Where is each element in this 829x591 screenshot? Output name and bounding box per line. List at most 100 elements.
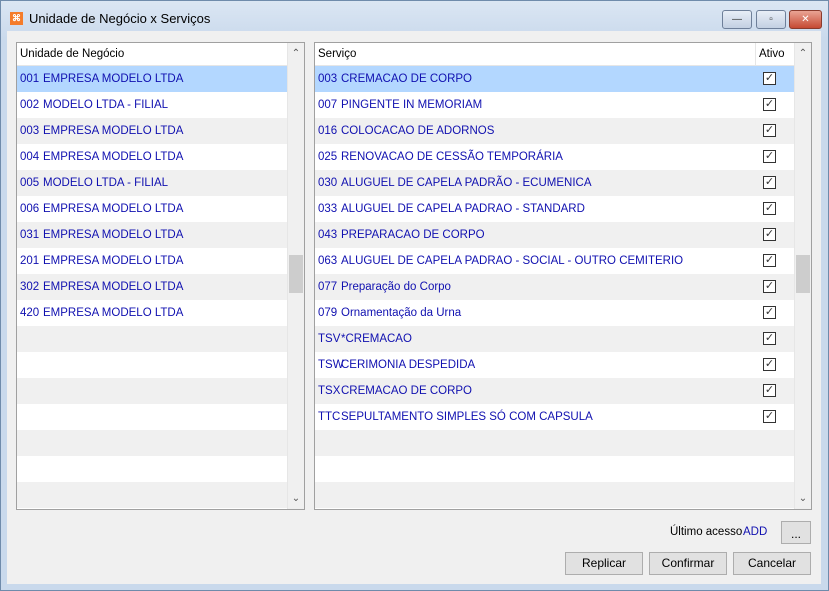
row-name: Preparação do Corpo	[341, 281, 451, 293]
close-button[interactable]: ✕	[789, 10, 822, 29]
ellipsis-button[interactable]: ...	[781, 521, 811, 544]
active-checkbox[interactable]: ✓	[763, 332, 776, 345]
active-checkbox[interactable]: ✓	[763, 124, 776, 137]
column-header-servico[interactable]: Serviço	[315, 43, 755, 66]
empty-row	[17, 456, 288, 482]
row-code: TSW	[318, 359, 344, 371]
right-scrollbar[interactable]: ⌃ ⌄	[794, 43, 811, 509]
table-row[interactable]: 004 EMPRESA MODELO LTDA	[17, 144, 288, 170]
table-row[interactable]: 001 EMPRESA MODELO LTDA	[17, 66, 288, 92]
row-code: 033	[318, 203, 338, 215]
table-row[interactable]: TSWCERIMONIA DESPEDIDA ✓	[315, 352, 795, 378]
table-row[interactable]: 043 PREPARACAO DE CORPO ✓	[315, 222, 795, 248]
active-checkbox[interactable]: ✓	[763, 254, 776, 267]
table-row[interactable]: 079 Ornamentação da Urna ✓	[315, 300, 795, 326]
row-code: 025	[318, 151, 338, 163]
scroll-down-icon[interactable]: ⌄	[288, 490, 304, 507]
row-code: 004	[20, 151, 40, 163]
row-name: EMPRESA MODELO LTDA	[43, 229, 184, 241]
row-code: 007	[318, 99, 338, 111]
active-checkbox[interactable]: ✓	[763, 150, 776, 163]
table-row[interactable]: 002 MODELO LTDA - FILIAL	[17, 92, 288, 118]
scroll-up-icon[interactable]: ⌃	[288, 45, 304, 62]
table-row[interactable]: 006 EMPRESA MODELO LTDA	[17, 196, 288, 222]
empty-row	[17, 482, 288, 508]
row-name: EMPRESA MODELO LTDA	[43, 73, 184, 85]
row-name: ALUGUEL DE CAPELA PADRAO - STANDARD	[341, 203, 585, 215]
empty-row	[17, 378, 288, 404]
table-row[interactable]: 030 ALUGUEL DE CAPELA PADRÃO - ECUMENICA ✓	[315, 170, 795, 196]
confirmar-button[interactable]: Confirmar	[649, 552, 727, 575]
table-row[interactable]: 420 EMPRESA MODELO LTDA	[17, 300, 288, 326]
last-access-value: ADD	[743, 526, 768, 538]
cancelar-button[interactable]: Cancelar	[733, 552, 811, 575]
active-checkbox[interactable]: ✓	[763, 358, 776, 371]
row-name: ALUGUEL DE CAPELA PADRAO - SOCIAL - OUTR…	[341, 255, 684, 267]
row-name: CREMACAO DE CORPO	[341, 73, 472, 85]
left-scrollbar[interactable]: ⌃ ⌄	[287, 43, 304, 509]
row-code: 003	[318, 73, 338, 85]
row-name: CERIMONIA DESPEDIDA	[341, 359, 476, 371]
active-checkbox[interactable]: ✓	[763, 280, 776, 293]
row-code: 002	[20, 99, 40, 111]
row-code: 201	[20, 255, 40, 267]
active-checkbox[interactable]: ✓	[763, 98, 776, 111]
table-row[interactable]: 016 COLOCACAO DE ADORNOS ✓	[315, 118, 795, 144]
row-code: 043	[318, 229, 338, 241]
row-name: COLOCACAO DE ADORNOS	[341, 125, 495, 137]
row-code: 077	[318, 281, 338, 293]
empty-row	[315, 482, 795, 508]
row-name: EMPRESA MODELO LTDA	[43, 255, 184, 267]
table-row[interactable]: 031 EMPRESA MODELO LTDA	[17, 222, 288, 248]
row-name: PREPARACAO DE CORPO	[341, 229, 485, 241]
table-row[interactable]: TSV*CREMACAO ✓	[315, 326, 795, 352]
row-code: 006	[20, 203, 40, 215]
minimize-button[interactable]: —	[722, 10, 752, 29]
row-name: MODELO LTDA - FILIAL	[43, 177, 169, 189]
row-name: EMPRESA MODELO LTDA	[43, 125, 184, 137]
last-access-label: Último acesso	[670, 526, 743, 538]
table-row[interactable]: 005 MODELO LTDA - FILIAL	[17, 170, 288, 196]
empty-row	[315, 456, 795, 482]
active-checkbox[interactable]: ✓	[763, 72, 776, 85]
table-row[interactable]: 003 EMPRESA MODELO LTDA	[17, 118, 288, 144]
app-logo-icon: ⌘	[10, 12, 23, 25]
table-row[interactable]: 077 Preparação do Corpo ✓	[315, 274, 795, 300]
scroll-thumb[interactable]	[289, 255, 303, 293]
empty-row	[17, 430, 288, 456]
maximize-button[interactable]: ▫	[756, 10, 786, 29]
column-header-ativo[interactable]: Ativo	[755, 43, 795, 66]
table-row[interactable]: 003 CREMACAO DE CORPO ✓	[315, 66, 795, 92]
active-checkbox[interactable]: ✓	[763, 306, 776, 319]
active-checkbox[interactable]: ✓	[763, 384, 776, 397]
scroll-thumb[interactable]	[796, 255, 810, 293]
table-row[interactable]: TSXCREMACAO DE CORPO ✓	[315, 378, 795, 404]
table-row[interactable]: 302 EMPRESA MODELO LTDA	[17, 274, 288, 300]
row-code: TTC	[318, 411, 341, 423]
row-name: PINGENTE IN MEMORIAM	[341, 99, 483, 111]
active-checkbox[interactable]: ✓	[763, 176, 776, 189]
table-row[interactable]: 201 EMPRESA MODELO LTDA	[17, 248, 288, 274]
table-row[interactable]: 033 ALUGUEL DE CAPELA PADRAO - STANDARD ✓	[315, 196, 795, 222]
scroll-down-icon[interactable]: ⌄	[795, 490, 811, 507]
table-row[interactable]: TTCSEPULTAMENTO SIMPLES SÓ COM CAPSULA ✓	[315, 404, 795, 430]
table-row[interactable]: 025 RENOVACAO DE CESSÃO TEMPORÁRIA ✓	[315, 144, 795, 170]
row-code: 001	[20, 73, 40, 85]
row-code: TSX	[318, 385, 341, 397]
row-name: SEPULTAMENTO SIMPLES SÓ COM CAPSULA	[341, 411, 593, 423]
row-code: 031	[20, 229, 40, 241]
row-code: 079	[318, 307, 338, 319]
row-code: 030	[318, 177, 338, 189]
active-checkbox[interactable]: ✓	[763, 202, 776, 215]
empty-row	[17, 326, 288, 352]
column-header-unidade[interactable]: Unidade de Negócio	[17, 43, 288, 66]
replicar-button[interactable]: Replicar	[565, 552, 643, 575]
table-row[interactable]: 007 PINGENTE IN MEMORIAM ✓	[315, 92, 795, 118]
active-checkbox[interactable]: ✓	[763, 228, 776, 241]
services-list[interactable]: Serviço Ativo 003 CREMACAO DE CORPO ✓ 007 PI…	[314, 42, 812, 510]
table-row[interactable]: 063 ALUGUEL DE CAPELA PADRAO - SOCIAL - O…	[315, 248, 795, 274]
row-name: *CREMACAO	[341, 333, 412, 345]
business-unit-list[interactable]: Unidade de Negócio 001 EMPRESA MODELO LTD…	[16, 42, 305, 510]
active-checkbox[interactable]: ✓	[763, 410, 776, 423]
scroll-up-icon[interactable]: ⌃	[795, 45, 811, 62]
